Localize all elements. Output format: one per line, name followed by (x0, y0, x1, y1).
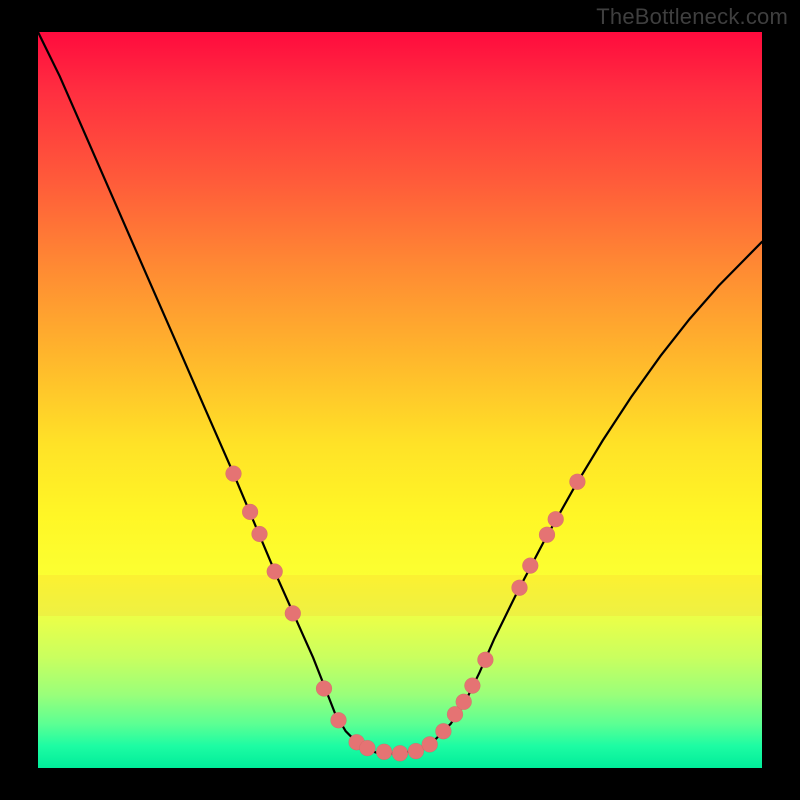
chart-frame: TheBottleneck.com (0, 0, 800, 800)
plot-area (38, 32, 762, 768)
watermark-text: TheBottleneck.com (596, 4, 788, 30)
